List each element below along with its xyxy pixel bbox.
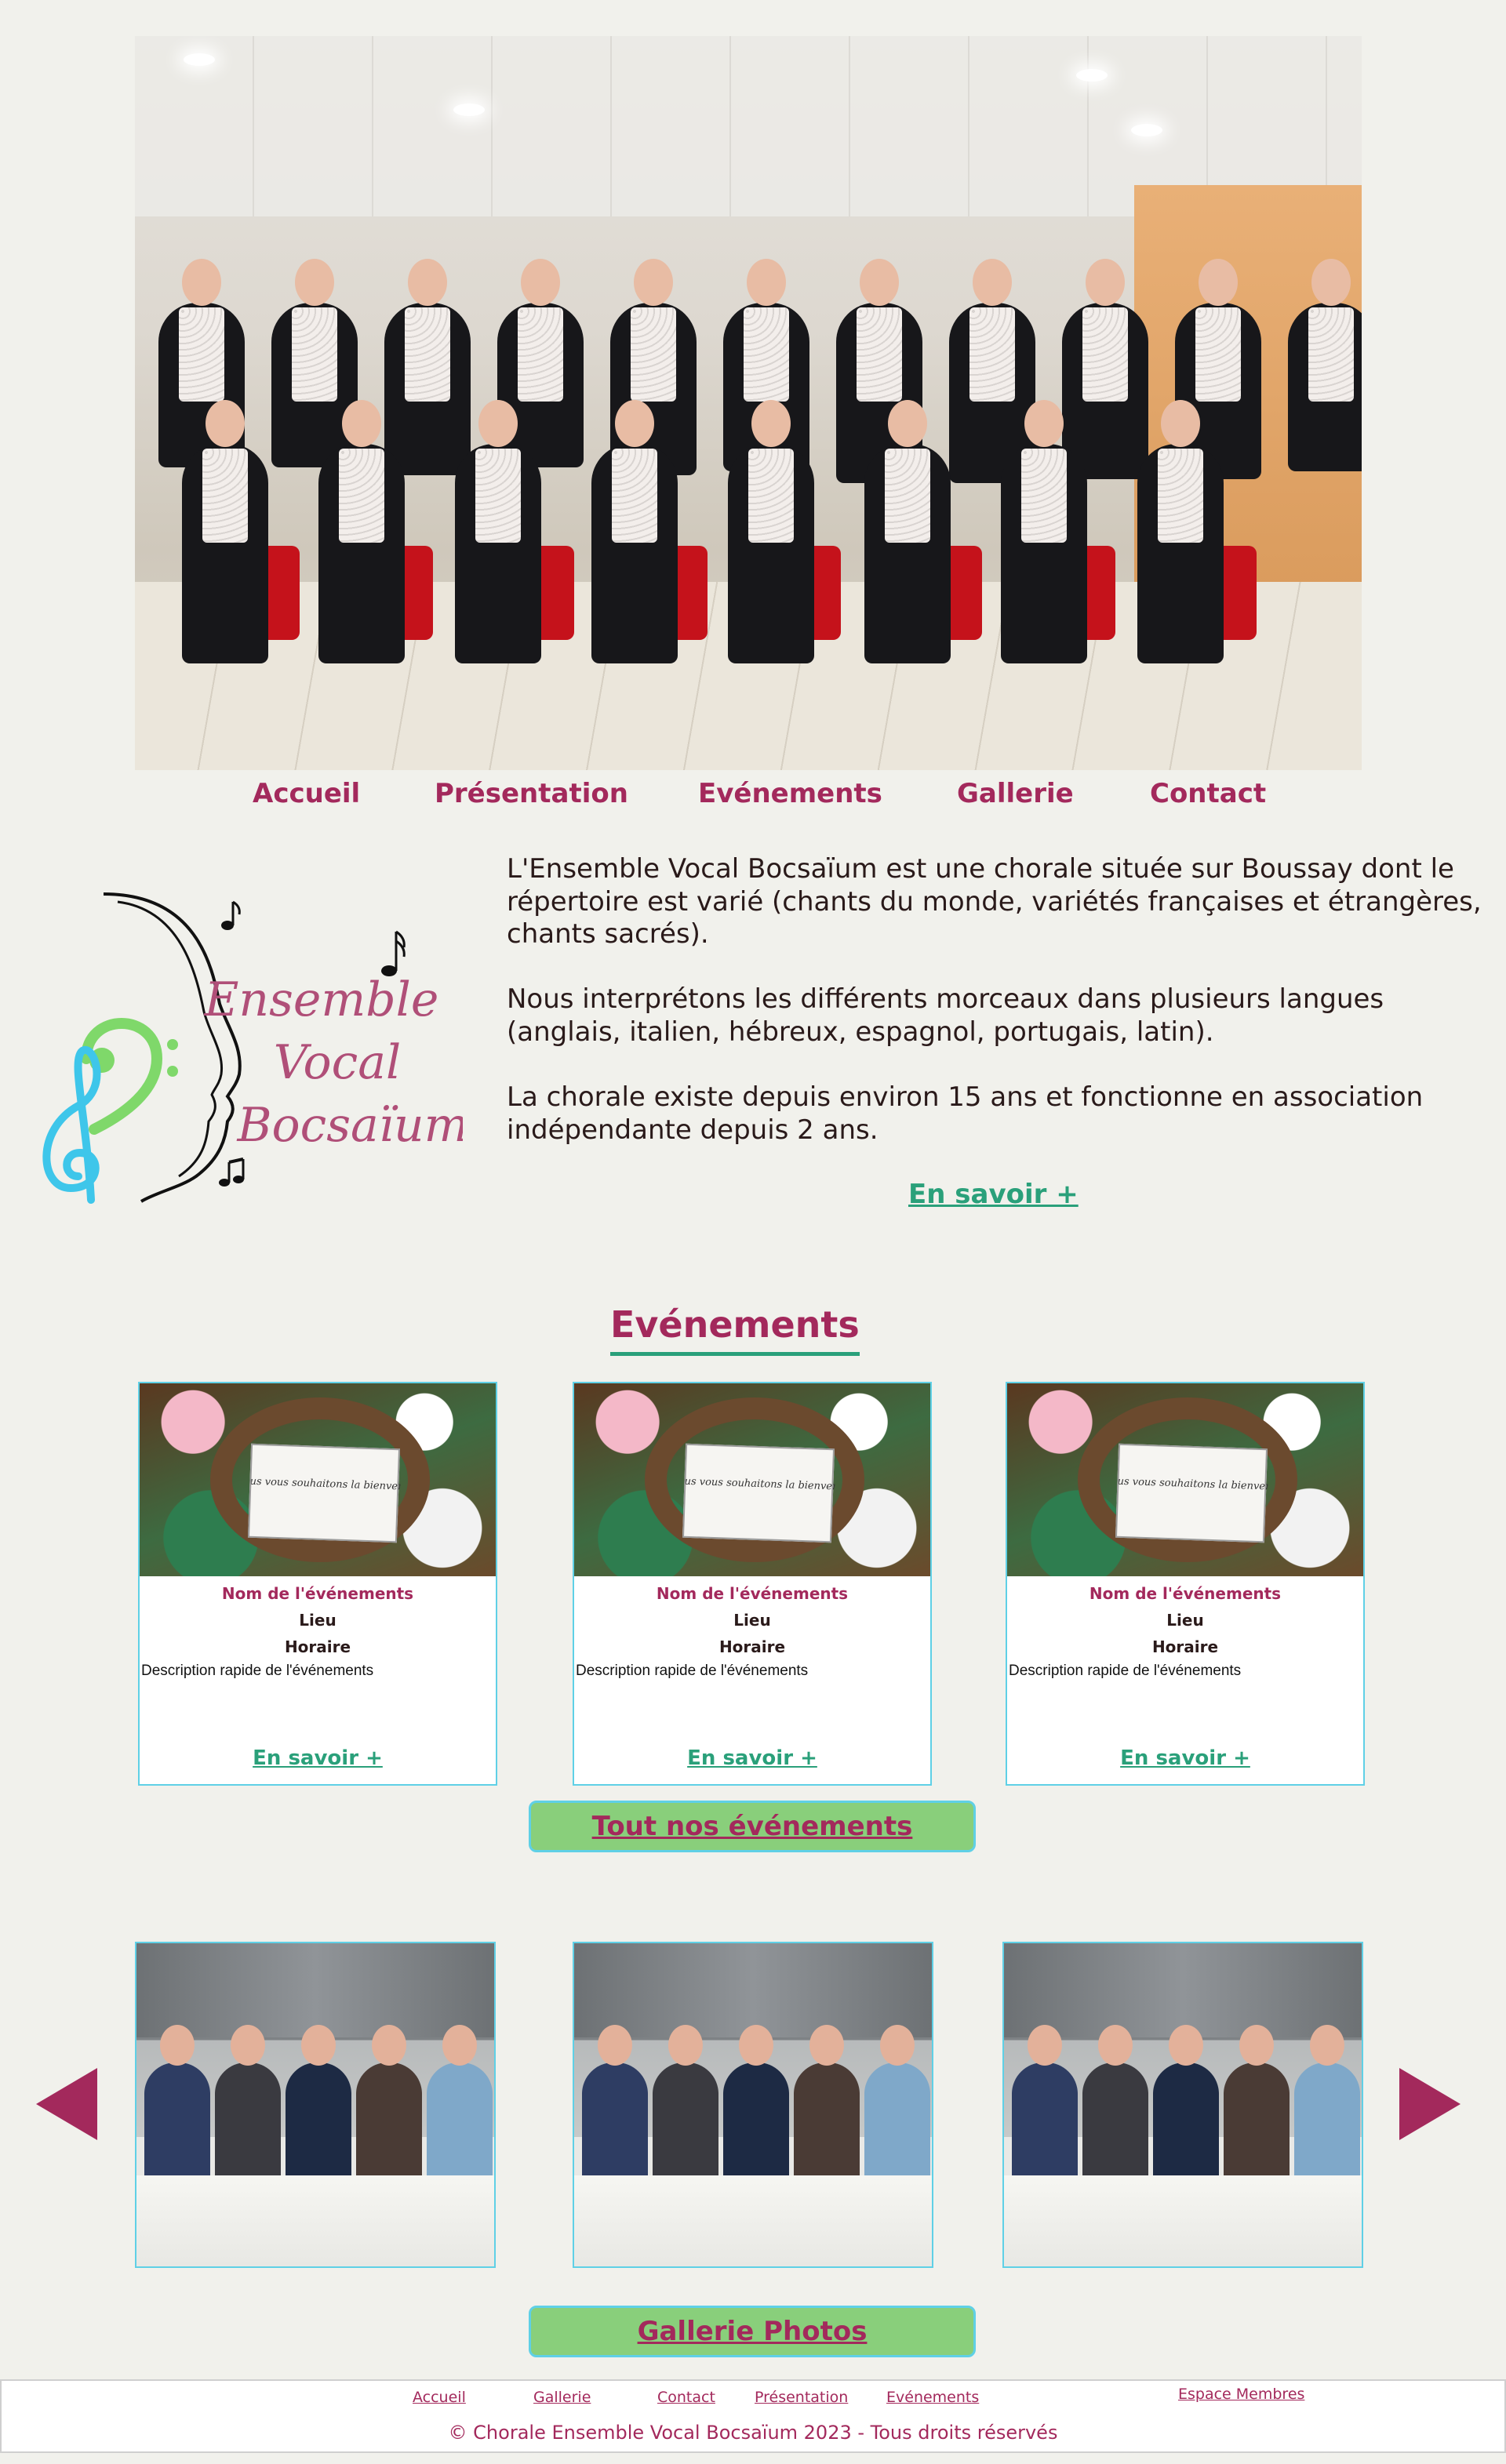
hero-group-photo (135, 36, 1362, 770)
footer-link-accueil[interactable]: Accueil (413, 2389, 466, 2406)
event-description: Description rapide de l'événements (576, 1663, 809, 1679)
event-image-text: Nous vous souhaitons la bienvenue (684, 1475, 836, 1493)
front-row (182, 400, 1224, 663)
events-section-title: Evénements (610, 1303, 860, 1356)
event-more-link[interactable]: En savoir + (574, 1746, 930, 1770)
treble-clef-icon (42, 1046, 101, 1204)
ceiling-light (453, 104, 485, 116)
gallery-photo[interactable] (573, 1942, 933, 2268)
event-image-text: Nous vous souhaitons la bienvenue (1117, 1475, 1269, 1493)
nav-evenements[interactable]: Evénements (698, 778, 882, 809)
gallery-photos-button[interactable]: Gallerie Photos (529, 2306, 976, 2357)
event-card[interactable]: Nous vous souhaitons la bienvenue Nom de… (138, 1382, 497, 1786)
event-image: Nous vous souhaitons la bienvenue (140, 1383, 496, 1576)
footer-link-presentation[interactable]: Présentation (755, 2389, 848, 2406)
intro-paragraph: L'Ensemble Vocal Bocsaïum est une choral… (507, 853, 1482, 950)
nav-contact[interactable]: Contact (1150, 778, 1266, 809)
all-events-button[interactable]: Tout nos événements (529, 1801, 976, 1852)
gallery-photo[interactable] (135, 1942, 496, 2268)
event-place: Lieu (299, 1611, 336, 1630)
logo-line-3: Bocsaïum (236, 1098, 463, 1153)
event-more-link[interactable]: En savoir + (1007, 1746, 1363, 1770)
music-note-icon (381, 930, 406, 976)
music-note-icon (219, 1157, 245, 1187)
event-description: Description rapide de l'événements (1009, 1663, 1242, 1679)
choir-logo: Ensemble Vocal Bocsaïum (42, 892, 463, 1204)
event-image: Nous vous souhaitons la bienvenue (574, 1383, 930, 1576)
event-more-link[interactable]: En savoir + (140, 1746, 496, 1770)
footer-copyright: © Chorale Ensemble Vocal Bocsaïum 2023 -… (448, 2422, 1058, 2444)
nav-accueil[interactable]: Accueil (253, 778, 360, 809)
event-description: Description rapide de l'événements (141, 1663, 374, 1679)
event-card[interactable]: Nous vous souhaitons la bienvenue Nom de… (573, 1382, 932, 1786)
intro-more-link[interactable]: En savoir + (908, 1179, 1079, 1210)
ceiling-light (184, 53, 215, 66)
main-nav: Accueil Présentation Evénements Gallerie… (0, 778, 1506, 812)
gallery-photo[interactable] (1002, 1942, 1363, 2268)
event-image: Nous vous souhaitons la bienvenue (1007, 1383, 1363, 1576)
footer: Accueil Gallerie Contact Présentation Ev… (0, 2379, 1506, 2453)
event-name: Nom de l'événements (1089, 1584, 1282, 1603)
nav-gallerie[interactable]: Gallerie (957, 778, 1074, 809)
intro-paragraph: Nous interprétons les différents morceau… (507, 983, 1384, 1048)
profile-line-icon (117, 900, 224, 1178)
footer-link-gallerie[interactable]: Gallerie (533, 2389, 591, 2406)
event-time: Horaire (718, 1637, 786, 1656)
event-name: Nom de l'événements (656, 1584, 849, 1603)
ceiling-light (1131, 124, 1162, 136)
intro-paragraph: La chorale existe depuis environ 15 ans … (507, 1081, 1424, 1146)
footer-members-link[interactable]: Espace Membres (1178, 2386, 1304, 2403)
triangle-right-icon[interactable] (1399, 2068, 1461, 2140)
intro-text: L'Ensemble Vocal Bocsaïum est une choral… (507, 853, 1487, 1179)
event-name: Nom de l'événements (221, 1584, 414, 1603)
music-note-icon (221, 900, 241, 930)
event-time: Horaire (284, 1637, 351, 1656)
event-place: Lieu (1166, 1611, 1204, 1630)
nav-presentation[interactable]: Présentation (435, 778, 628, 809)
footer-link-contact[interactable]: Contact (657, 2389, 715, 2406)
footer-link-evenements[interactable]: Evénements (886, 2389, 979, 2406)
event-place: Lieu (733, 1611, 771, 1630)
logo-line-2: Vocal (274, 1035, 402, 1090)
triangle-left-icon[interactable] (36, 2068, 97, 2140)
event-image-text: Nous vous souhaitons la bienvenue (249, 1475, 402, 1493)
event-time: Horaire (1151, 1637, 1219, 1656)
logo-line-1: Ensemble (204, 972, 439, 1027)
event-card[interactable]: Nous vous souhaitons la bienvenue Nom de… (1006, 1382, 1365, 1786)
ceiling-light (1076, 69, 1108, 82)
